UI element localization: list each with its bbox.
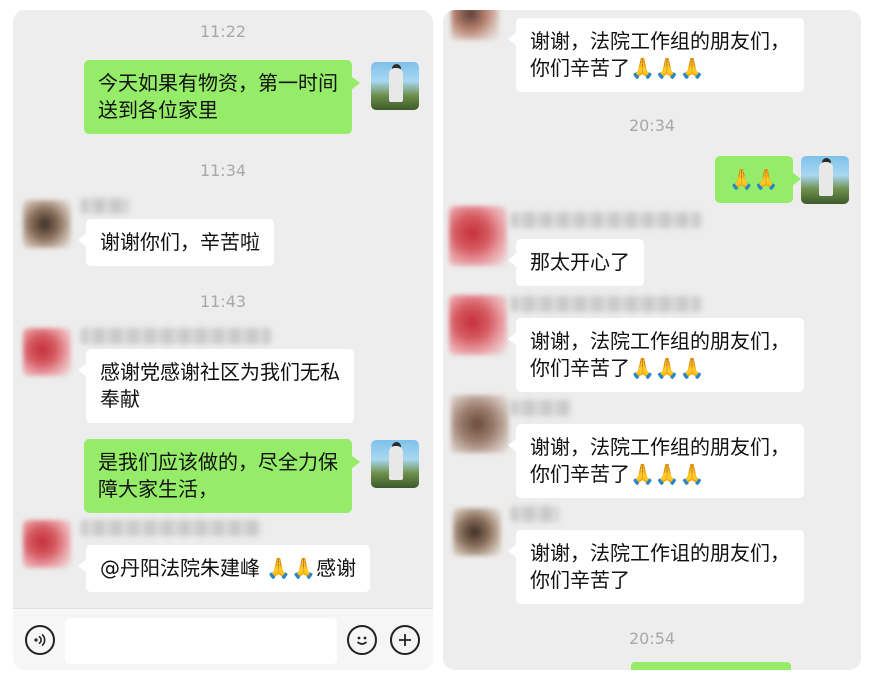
sender-name-blurred <box>81 328 271 344</box>
message-text: 感谢党感谢社区为我们无私 <box>100 360 340 384</box>
message-text: 你们辛苦了🙏🙏🙏 <box>530 356 705 380</box>
sender-name-blurred <box>511 506 559 522</box>
contact-avatar[interactable] <box>23 328 71 376</box>
message-text: 谢谢，法院工作组的朋友们， <box>530 435 790 459</box>
plus-icon[interactable] <box>390 625 420 655</box>
contact-avatar[interactable] <box>451 395 509 453</box>
sender-name-blurred <box>511 400 571 416</box>
right-chat-panel: 谢谢，法院工作组的朋友们， 你们辛苦了🙏🙏🙏 20:34 🙏🙏 那太开心了 谢谢… <box>443 10 861 670</box>
sent-message-bubble[interactable]: 🙏🙏 <box>715 156 801 203</box>
timestamp: 11:22 <box>199 22 247 41</box>
received-message-bubble[interactable]: 谢谢你们，辛苦啦 <box>78 219 274 266</box>
voice-icon[interactable] <box>25 625 55 655</box>
message-input[interactable] <box>65 618 337 664</box>
received-message-bubble[interactable]: 谢谢，法院工作组的朋友们， 你们辛苦了🙏🙏🙏 <box>508 318 804 392</box>
self-avatar[interactable] <box>371 62 419 110</box>
message-text: 谢谢你们，辛苦啦 <box>100 230 260 254</box>
sent-message-bubble[interactable]: 今天如果有物资，第一时间 送到各位家里 <box>84 60 360 134</box>
message-text: 你们辛苦了 <box>530 568 630 592</box>
sent-message-bubble-partial[interactable] <box>631 662 791 670</box>
received-message-bubble[interactable]: 谢谢，法院工作诅的朋友们， 你们辛苦了 <box>508 530 804 604</box>
left-chat-panel: 11:22 今天如果有物资，第一时间 送到各位家里 11:34 谢谢你们，辛苦啦… <box>13 10 433 670</box>
received-message-bubble[interactable]: 感谢党感谢社区为我们无私 奉献 <box>78 349 354 423</box>
received-message-bubble[interactable]: 谢谢，法院工作组的朋友们， 你们辛苦了🙏🙏🙏 <box>508 18 804 92</box>
timestamp: 20:54 <box>628 629 676 648</box>
sender-name-blurred <box>81 198 129 214</box>
contact-avatar[interactable] <box>449 206 507 266</box>
timestamp: 11:34 <box>199 161 247 180</box>
received-message-bubble[interactable]: 谢谢，法院工作组的朋友们， 你们辛苦了🙏🙏🙏 <box>508 424 804 498</box>
sender-name-blurred <box>511 212 701 228</box>
message-text: 谢谢，法院工作组的朋友们， <box>530 329 790 353</box>
received-message-bubble[interactable]: @丹阳法院朱建峰 🙏🙏感谢 <box>77 545 371 592</box>
message-text: 障大家生活， <box>98 477 218 501</box>
message-text: 是我们应该做的，尽全力保 <box>98 450 338 474</box>
message-text: 今天如果有物资，第一时间 <box>98 71 338 95</box>
sender-name-blurred <box>81 520 261 536</box>
contact-avatar[interactable] <box>449 295 507 355</box>
contact-avatar[interactable] <box>23 520 71 568</box>
message-text: 送到各位家里 <box>98 98 218 122</box>
timestamp: 20:34 <box>628 116 676 135</box>
message-text: 那太开心了 <box>530 250 630 274</box>
emoji-icon[interactable] <box>347 625 377 655</box>
received-message-bubble[interactable]: 那太开心了 <box>508 239 644 286</box>
sent-message-bubble[interactable]: 是我们应该做的，尽全力保 障大家生活， <box>84 439 360 513</box>
contact-avatar[interactable] <box>23 200 71 248</box>
message-text: @丹阳法院朱建峰 🙏🙏感谢 <box>100 556 357 580</box>
message-text: 你们辛苦了🙏🙏🙏 <box>530 56 705 80</box>
message-text: 奉献 <box>100 387 140 411</box>
contact-avatar[interactable] <box>451 10 499 40</box>
self-avatar[interactable] <box>801 156 849 204</box>
self-avatar[interactable] <box>371 440 419 488</box>
message-text: 你们辛苦了🙏🙏🙏 <box>530 462 705 486</box>
sender-name-blurred <box>511 296 701 312</box>
message-text: 谢谢，法院工作诅的朋友们， <box>530 541 790 565</box>
message-text: 谢谢，法院工作组的朋友们， <box>530 29 790 53</box>
timestamp: 11:43 <box>199 292 247 311</box>
message-text: 🙏🙏 <box>729 167 779 191</box>
chat-input-bar <box>13 608 433 670</box>
contact-avatar[interactable] <box>453 508 501 556</box>
